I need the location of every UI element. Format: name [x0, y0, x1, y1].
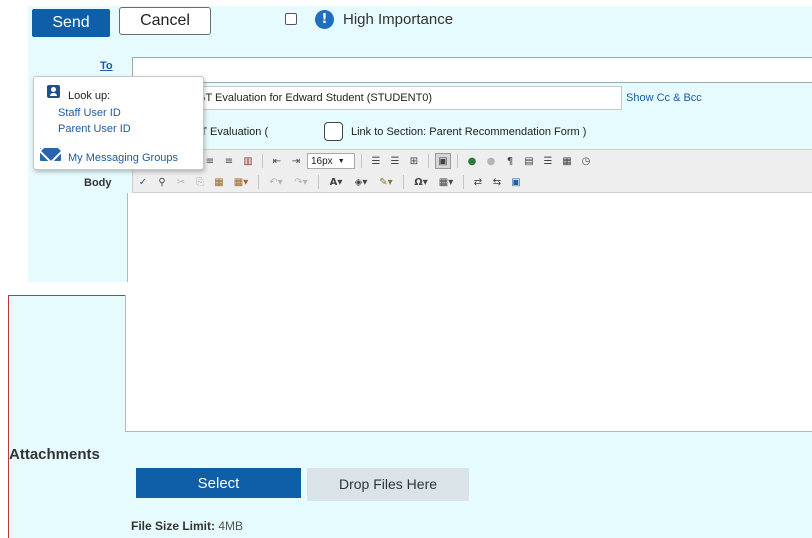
find-icon[interactable]: ⚲ [154, 174, 170, 190]
highlight-icon[interactable]: ◈▾ [350, 174, 372, 190]
insert-table-icon[interactable]: ▦▾ [435, 174, 457, 190]
outdent-icon[interactable]: ⇤ [269, 153, 285, 169]
toolbar-separator [428, 154, 429, 168]
select-files-button[interactable]: Select [136, 468, 301, 498]
toolbar-separator [463, 175, 464, 189]
redo-icon[interactable]: ↷▾ [290, 174, 312, 190]
toolbar-separator [258, 175, 259, 189]
cancel-button[interactable]: Cancel [119, 7, 211, 35]
file-size-limit-value: 4MB [218, 519, 244, 533]
align-right-icon[interactable]: ≡ [202, 153, 218, 169]
format-brush-icon[interactable]: ✎▾ [375, 174, 397, 190]
template-icon[interactable]: ▤ [521, 153, 537, 169]
link-section-checkbox[interactable] [324, 122, 343, 141]
numbered-list-icon[interactable]: ☰ [368, 153, 384, 169]
direction-ltr-icon[interactable]: ⇄ [470, 174, 486, 190]
align-full-icon[interactable]: ▥ [240, 153, 256, 169]
unlink-icon[interactable]: ● [483, 153, 499, 169]
preview-icon[interactable]: ▣ [508, 174, 524, 190]
toolbar-separator [262, 154, 263, 168]
messaging-groups-link[interactable]: My Messaging Groups [68, 152, 178, 164]
toolbar-row-2: ✓ ⚲ ✂ ⎘ ▦ ▦▾ ↶▾ ↷▾ A▾ ◈▾ ✎▾ Ω▾ ▦▾ ⇄ ⇆ ▣ [135, 172, 524, 192]
drop-files-zone[interactable]: Drop Files Here [307, 468, 469, 501]
attachments-heading: Attachments [9, 446, 100, 463]
font-size-value: 16px [311, 156, 333, 167]
lookup-popup: Look up: Staff User ID Parent User ID My… [33, 76, 204, 170]
body-editor[interactable] [127, 193, 812, 282]
toolbar-separator [457, 154, 458, 168]
horizontal-rule-icon[interactable]: ☰ [540, 153, 556, 169]
paste-icon[interactable]: ▦ [211, 174, 227, 190]
direction-rtl-icon[interactable]: ⇆ [489, 174, 505, 190]
special-character-icon[interactable]: Ω▾ [410, 174, 432, 190]
lookup-title: Look up: [68, 90, 111, 102]
clock-icon[interactable]: ◷ [578, 153, 594, 169]
body-editor-continued[interactable] [125, 295, 812, 432]
table-grid-icon[interactable]: ⊞ [406, 153, 422, 169]
lower-composer-panel: Attachments Select Drop Files Here File … [8, 295, 812, 538]
toolbar-separator [318, 175, 319, 189]
exclamation-icon: ! [315, 10, 334, 29]
chevron-down-icon: ▼ [337, 158, 345, 165]
show-cc-bcc-link[interactable]: Show Cc & Bcc [626, 92, 702, 104]
high-importance-checkbox[interactable] [285, 13, 297, 25]
file-size-limit-label: File Size Limit: [131, 519, 216, 533]
align-justify-icon[interactable]: ≡ [221, 153, 237, 169]
editor-toolbar: abc ≡ ≡ ≡ ≡ ▥ ⇤ ⇥ 16px ▼ ☰ ☰ ⊞ ▣ ● ● ¶ ▤ [132, 149, 812, 193]
font-size-select[interactable]: 16px ▼ [307, 153, 355, 169]
bulleted-list-icon[interactable]: ☰ [387, 153, 403, 169]
body-label: Body [84, 177, 112, 189]
envelope-icon [40, 148, 61, 161]
insert-box-icon[interactable]: ▣ [435, 153, 451, 169]
cut-icon[interactable]: ✂ [173, 174, 189, 190]
link-icon[interactable]: ● [464, 153, 480, 169]
copy-icon[interactable]: ⎘ [192, 174, 208, 190]
paragraph-icon[interactable]: ¶ [502, 153, 518, 169]
indent-icon[interactable]: ⇥ [288, 153, 304, 169]
undo-icon[interactable]: ↶▾ [265, 174, 287, 190]
high-importance-label: High Importance [343, 11, 454, 28]
staff-user-id-link[interactable]: Staff User ID [58, 107, 121, 119]
media-icon[interactable]: ▦ [559, 153, 575, 169]
toolbar-separator [403, 175, 404, 189]
parent-user-id-link[interactable]: Parent User ID [58, 123, 131, 135]
to-lookup-link[interactable]: To [100, 60, 113, 72]
font-color-icon[interactable]: A▾ [325, 174, 347, 190]
toolbar-separator [361, 154, 362, 168]
paste-special-icon[interactable]: ▦▾ [230, 174, 252, 190]
person-icon [47, 85, 60, 98]
subject-input[interactable]: Request for GT Evaluation for Edward Stu… [132, 86, 622, 110]
link-section-label: Link to Section: Parent Recommendation F… [351, 126, 587, 138]
to-input[interactable] [132, 57, 812, 83]
send-button[interactable]: Send [32, 9, 110, 37]
spellcheck-icon[interactable]: ✓ [135, 174, 151, 190]
file-size-limit: File Size Limit: 4MB [131, 519, 243, 533]
